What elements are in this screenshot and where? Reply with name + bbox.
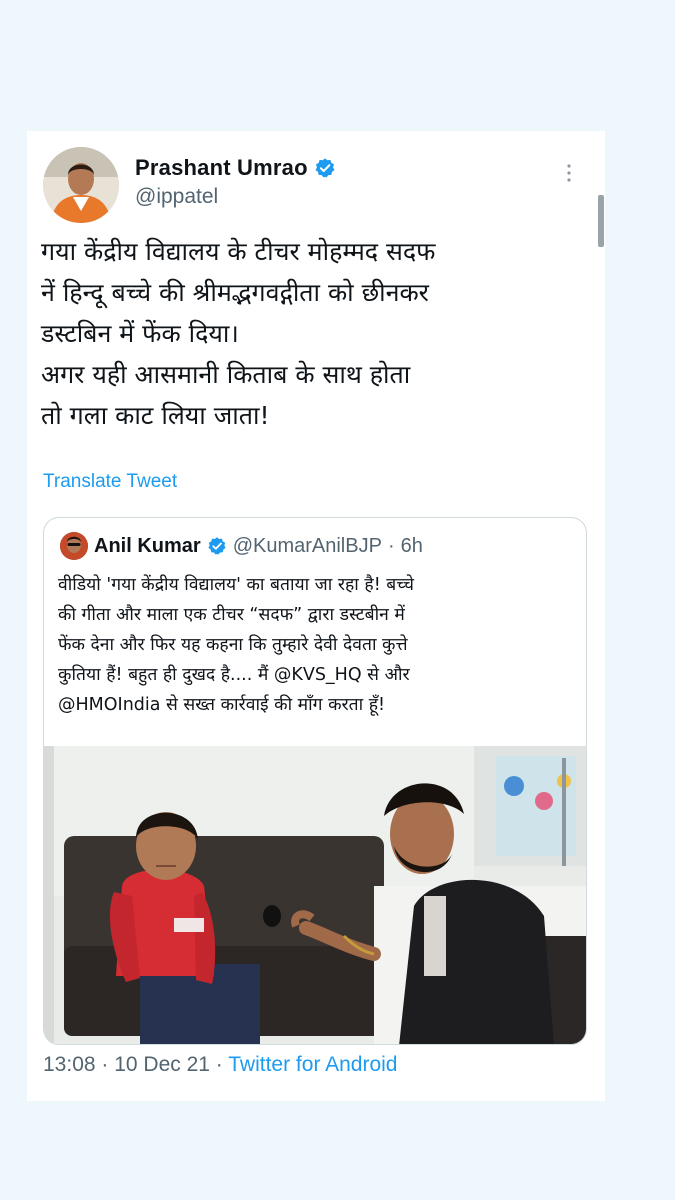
- tweet-header: Prashant Umrao @ippatel: [43, 147, 593, 227]
- avatar-image: [43, 147, 119, 223]
- tweet-text-line: नें हिन्दू बच्चे की श्रीमद्भगवद्गीता को …: [41, 278, 429, 307]
- quoted-author-display-name[interactable]: Anil Kumar: [94, 535, 201, 558]
- quoted-tweet-text: वीडियो 'गया केंद्रीय विद्यालय' का बताया …: [58, 570, 578, 720]
- author-name-block: Prashant Umrao @ippatel: [135, 155, 336, 209]
- author-handle[interactable]: @ippatel: [135, 185, 336, 209]
- screenshot-page: Prashant Umrao @ippatel गया केंद्रीय विद…: [0, 0, 675, 1200]
- meta-separator: ·: [209, 1053, 229, 1076]
- quoted-tweet-time[interactable]: 6h: [401, 535, 423, 558]
- separator-dot: ·: [387, 534, 395, 557]
- verified-badge-icon: [207, 536, 227, 556]
- translate-tweet-link[interactable]: Translate Tweet: [43, 471, 177, 493]
- scrollbar-thumb[interactable]: [598, 195, 604, 247]
- quoted-text-line: फेंक देना और फिर यह कहना कि तुम्हारे देव…: [58, 635, 408, 655]
- quoted-author-handle[interactable]: @KumarAnilBJP: [233, 535, 382, 558]
- tweet-meta-row: 13:08 · 10 Dec 21 · Twitter for Android: [43, 1053, 398, 1077]
- verified-badge-icon: [314, 157, 336, 179]
- quoted-avatar-image: [60, 532, 88, 560]
- tweet-source-link[interactable]: Twitter for Android: [228, 1053, 397, 1076]
- tweet-text-line: गया केंद्रीय विद्यालय के टीचर मोहम्मद सद…: [41, 237, 436, 266]
- quoted-text-line: की गीता और माला एक टीचर “सदफ” द्वारा डस्…: [58, 605, 405, 625]
- video-frame: [44, 746, 586, 1044]
- quoted-tweet-video[interactable]: [44, 746, 586, 1044]
- tweet-card[interactable]: Prashant Umrao @ippatel गया केंद्रीय विद…: [27, 131, 605, 1101]
- tweet-text-line: अगर यही आसमानी किताब के साथ होता: [41, 360, 411, 389]
- quoted-tweet-header: Anil Kumar @KumarAnilBJP · 6h: [60, 532, 423, 560]
- author-display-name[interactable]: Prashant Umrao: [135, 155, 308, 181]
- author-avatar[interactable]: [43, 147, 119, 223]
- tweet-text: गया केंद्रीय विद्यालय के टीचर मोहम्मद सद…: [41, 231, 596, 436]
- quoted-text-line: कुतिया हैं! बहुत ही दुखद है.... मैं @KVS…: [58, 665, 410, 685]
- quoted-author-avatar[interactable]: [60, 532, 88, 560]
- display-name-row: Prashant Umrao: [135, 155, 336, 181]
- quoted-text-line: @HMOIndia से सख्त कार्रवाई की माँग करता …: [58, 695, 386, 715]
- tweet-text-line: तो गला काट लिया जाता!: [41, 401, 270, 430]
- tweet-text-line: डस्टबिन में फेंक दिया।: [41, 319, 239, 348]
- quoted-tweet-card[interactable]: Anil Kumar @KumarAnilBJP · 6h वीडियो 'गय…: [43, 517, 587, 1045]
- quoted-text-line: वीडियो 'गया केंद्रीय विद्यालय' का बताया …: [58, 575, 414, 595]
- tweet-timestamp[interactable]: 13:08 · 10 Dec 21: [43, 1053, 210, 1076]
- more-vertical-icon[interactable]: [557, 161, 581, 185]
